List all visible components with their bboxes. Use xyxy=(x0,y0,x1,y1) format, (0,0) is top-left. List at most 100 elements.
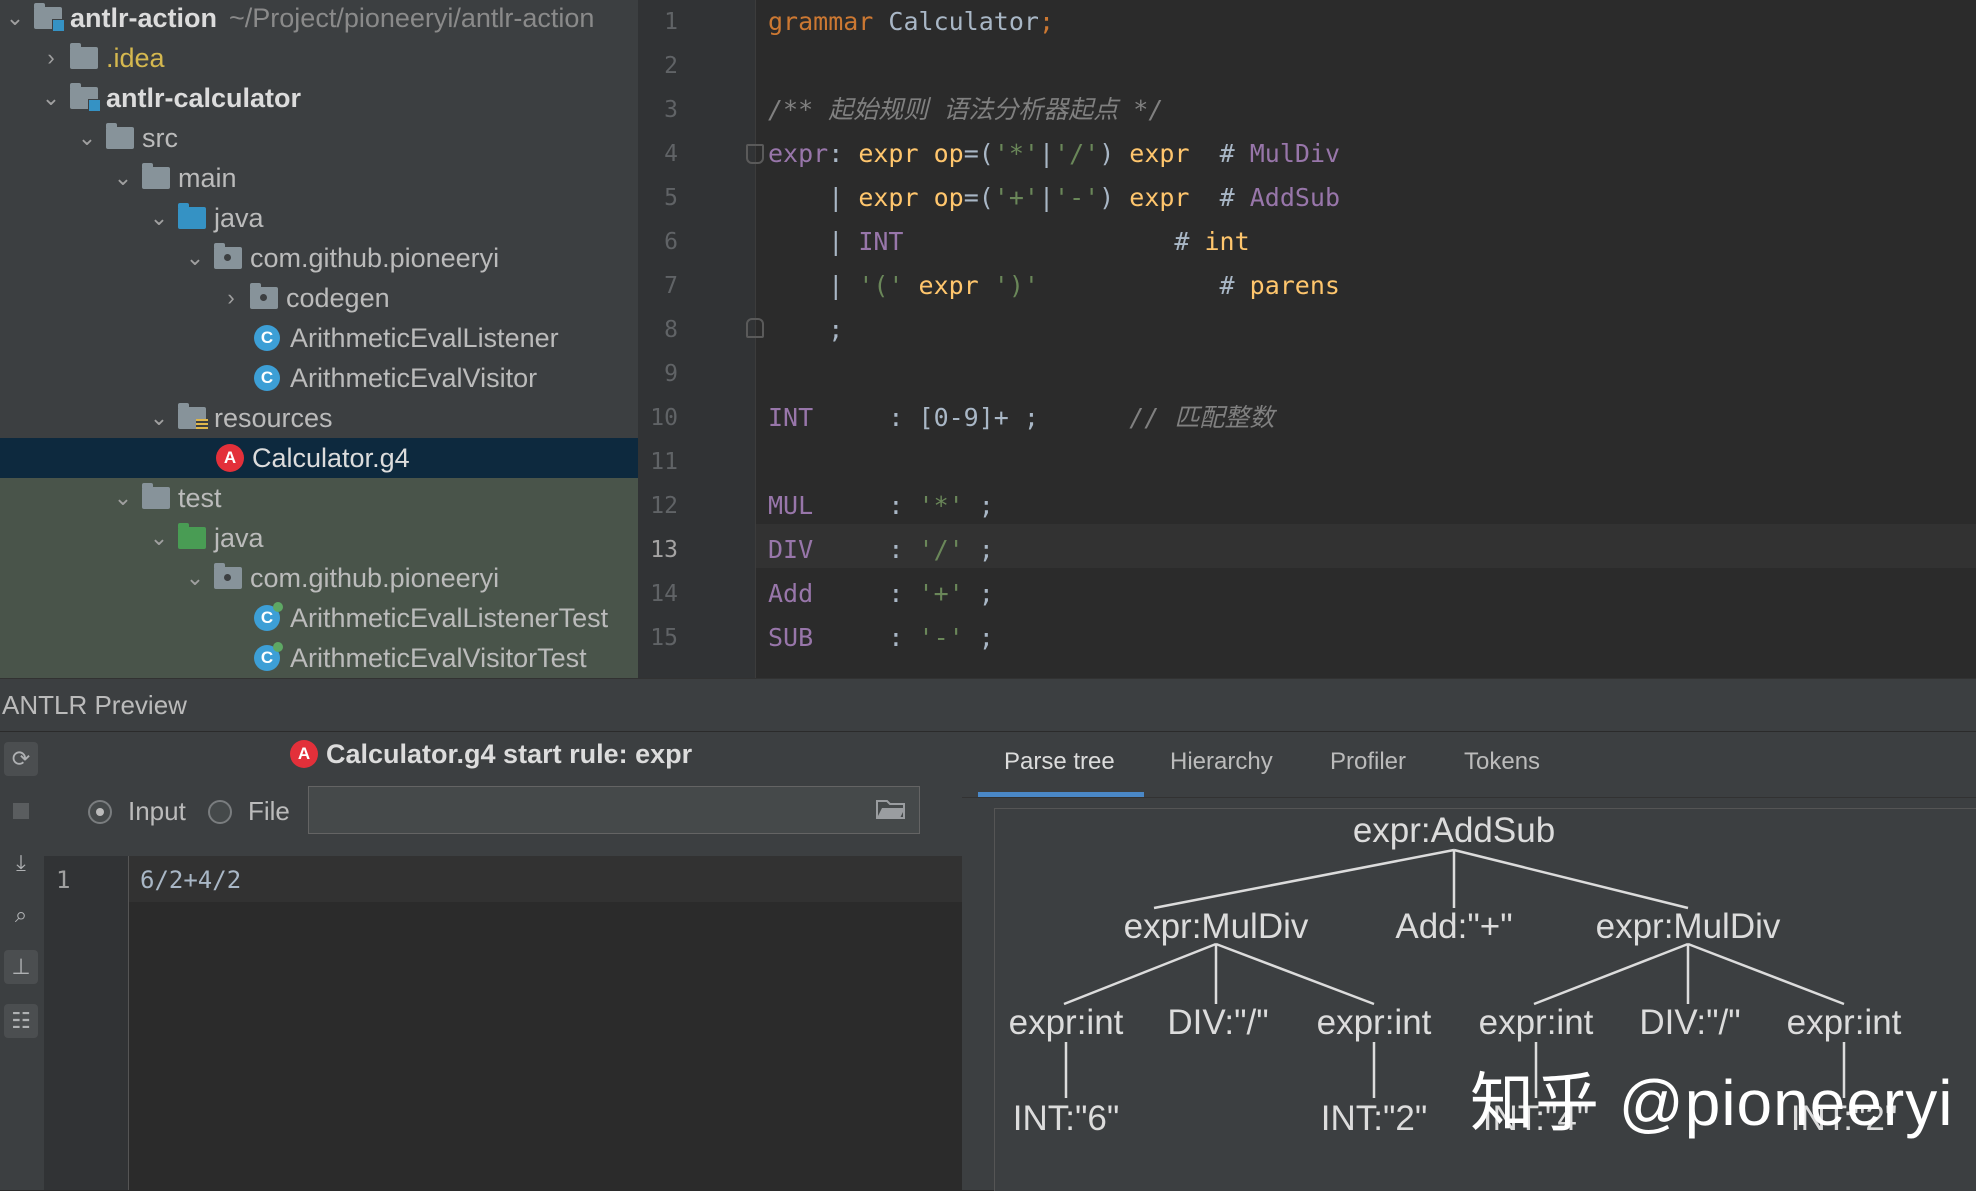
code-editor[interactable]: grammar Calculator; /** 起始规则 语法分析器起点 */ ex… xyxy=(756,0,1976,678)
class-icon: C xyxy=(254,365,280,391)
active-tab-indicator xyxy=(978,792,1144,797)
code-token: /** 起始规则 语法分析器起点 */ xyxy=(768,95,1164,124)
open-folder-icon[interactable] xyxy=(876,798,906,820)
stop-icon[interactable] xyxy=(4,794,38,828)
tree-node[interactable]: expr:int xyxy=(1479,1003,1594,1042)
tree-item-listener[interactable]: C ArithmeticEvalListener xyxy=(0,318,638,358)
code-line[interactable]: grammar Calculator; xyxy=(768,0,1054,44)
chevron-down-icon[interactable]: ⌄ xyxy=(112,165,134,191)
code-line[interactable]: ; xyxy=(768,308,843,352)
code-line[interactable]: SUB : '-' ; xyxy=(768,616,994,660)
tab-profiler[interactable]: Profiler xyxy=(1330,748,1406,776)
hierarchy-icon[interactable]: ⊥ xyxy=(4,950,38,984)
folder-icon xyxy=(142,163,170,189)
code-token: =( xyxy=(963,183,994,212)
chevron-down-icon[interactable]: ⌄ xyxy=(184,245,206,271)
tree-item-idea[interactable]: › .idea xyxy=(0,38,638,78)
code-token: Add xyxy=(768,579,814,608)
chevron-down-icon[interactable]: ⌄ xyxy=(40,85,62,111)
tree-item-codegen[interactable]: › codegen xyxy=(0,278,638,318)
chevron-right-icon[interactable]: › xyxy=(40,45,62,71)
tree-node-root[interactable]: expr:AddSub xyxy=(1353,811,1555,850)
tree-node[interactable]: INT:"2" xyxy=(1321,1099,1428,1138)
code-line[interactable]: | '(' expr ')' # parens xyxy=(768,264,1340,308)
tree-node[interactable]: Add:"+" xyxy=(1395,907,1512,946)
tree-item-test-package[interactable]: ⌄ com.github.pioneeryi xyxy=(0,558,638,598)
tree-item-java[interactable]: ⌄ java xyxy=(0,198,638,238)
tree-node[interactable]: expr:MulDiv xyxy=(1124,907,1309,946)
tree-item-label: ArithmeticEvalListener xyxy=(290,322,559,353)
tree-item-antlr-calculator[interactable]: ⌄ antlr-calculator xyxy=(0,78,638,118)
code-line[interactable]: | INT # int xyxy=(768,220,1249,264)
tree-node[interactable]: expr:MulDiv xyxy=(1596,907,1781,946)
tree-item-label: java xyxy=(214,202,264,233)
code-line[interactable]: INT : [0-9]+ ; // 匹配整数 xyxy=(768,396,1274,440)
code-token: '+' xyxy=(993,183,1039,212)
code-line[interactable]: | expr op=('+'|'-') expr # AddSub xyxy=(768,176,1340,220)
line-number: 12 xyxy=(650,493,678,519)
tab-parse-tree[interactable]: Parse tree xyxy=(1004,748,1115,776)
code-token: ; xyxy=(963,579,994,608)
tab-hierarchy[interactable]: Hierarchy xyxy=(1170,748,1273,776)
code-token: expr xyxy=(858,139,934,168)
tree-item-test[interactable]: ⌄ test xyxy=(0,478,638,518)
tree-node[interactable]: DIV:"/" xyxy=(1639,1003,1740,1042)
edge xyxy=(1687,942,1845,1006)
tree-item-label: codegen xyxy=(286,282,390,313)
code-token: op xyxy=(933,139,964,168)
input-current-line xyxy=(128,856,962,902)
resources-folder-icon xyxy=(178,403,208,431)
code-token: MulDiv xyxy=(1249,139,1341,168)
line-number: 7 xyxy=(664,273,678,299)
tree-item-test-java[interactable]: ⌄ java xyxy=(0,518,638,558)
tree-item-visitor[interactable]: C ArithmeticEvalVisitor xyxy=(0,358,638,398)
tab-tokens[interactable]: Tokens xyxy=(1464,748,1540,776)
fold-open-icon[interactable] xyxy=(746,144,764,164)
code-line[interactable]: DIV : '/' ; xyxy=(768,528,994,572)
chevron-down-icon[interactable]: ⌄ xyxy=(148,405,170,431)
tree-item-resources[interactable]: ⌄ resources xyxy=(0,398,638,438)
tree-item-src[interactable]: ⌄ src xyxy=(0,118,638,158)
code-line[interactable]: Add : '+' ; xyxy=(768,572,994,616)
tree-item-listener-test[interactable]: C ArithmeticEvalListenerTest xyxy=(0,598,638,638)
input-radio[interactable] xyxy=(88,800,112,824)
edge xyxy=(1153,848,1455,910)
preview-title: ANTLR Preview xyxy=(2,690,187,720)
tree-node[interactable]: expr:int xyxy=(1787,1003,1902,1042)
tree-item-main[interactable]: ⌄ main xyxy=(0,158,638,198)
file-path-input[interactable] xyxy=(308,786,920,834)
input-text[interactable]: 6/2+4/2 xyxy=(140,866,241,894)
chevron-down-icon[interactable]: ⌄ xyxy=(148,525,170,551)
tree-icon[interactable]: ☷ xyxy=(4,1004,38,1038)
code-line[interactable]: expr: expr op=('*'|'/') expr # MulDiv xyxy=(768,132,1340,176)
fold-close-icon[interactable] xyxy=(746,318,764,338)
chevron-down-icon[interactable]: ⌄ xyxy=(76,125,98,151)
file-radio[interactable] xyxy=(208,800,232,824)
code-token: : xyxy=(813,535,919,564)
input-gutter xyxy=(44,856,129,1190)
search-icon[interactable]: ⌕ xyxy=(4,898,38,932)
tree-item-visitor-test[interactable]: C ArithmeticEvalVisitorTest xyxy=(0,638,638,678)
tree-item-package[interactable]: ⌄ com.github.pioneeryi xyxy=(0,238,638,278)
chevron-down-icon[interactable]: ⌄ xyxy=(184,565,206,591)
tree-root[interactable]: ⌄ antlr-action ~/Project/pioneeryi/antlr… xyxy=(0,0,638,38)
tree-item-calculator-g4[interactable]: A Calculator.g4 xyxy=(0,438,638,478)
tree-node[interactable]: DIV:"/" xyxy=(1167,1003,1268,1042)
chevron-down-icon[interactable]: ⌄ xyxy=(112,485,134,511)
code-token: expr xyxy=(858,183,934,212)
chevron-down-icon[interactable]: ⌄ xyxy=(4,5,26,31)
tree-node[interactable]: expr:int xyxy=(1317,1003,1432,1042)
tree-item-label: main xyxy=(178,162,237,193)
tree-item-label: src xyxy=(142,122,178,153)
chevron-right-icon[interactable]: › xyxy=(220,285,242,311)
input-editor[interactable] xyxy=(44,856,962,1190)
code-line[interactable]: MUL : '*' ; xyxy=(768,484,994,528)
tree-node[interactable]: INT:"6" xyxy=(1013,1099,1120,1138)
download-icon[interactable]: ⤓ xyxy=(4,846,38,880)
chevron-down-icon[interactable]: ⌄ xyxy=(148,205,170,231)
line-number: 5 xyxy=(664,185,678,211)
tree-node[interactable]: expr:int xyxy=(1009,1003,1124,1042)
tree-item-label: .idea xyxy=(106,42,165,73)
refresh-icon[interactable]: ⟳ xyxy=(4,742,38,776)
code-line[interactable]: /** 起始规则 语法分析器起点 */ xyxy=(768,88,1163,132)
